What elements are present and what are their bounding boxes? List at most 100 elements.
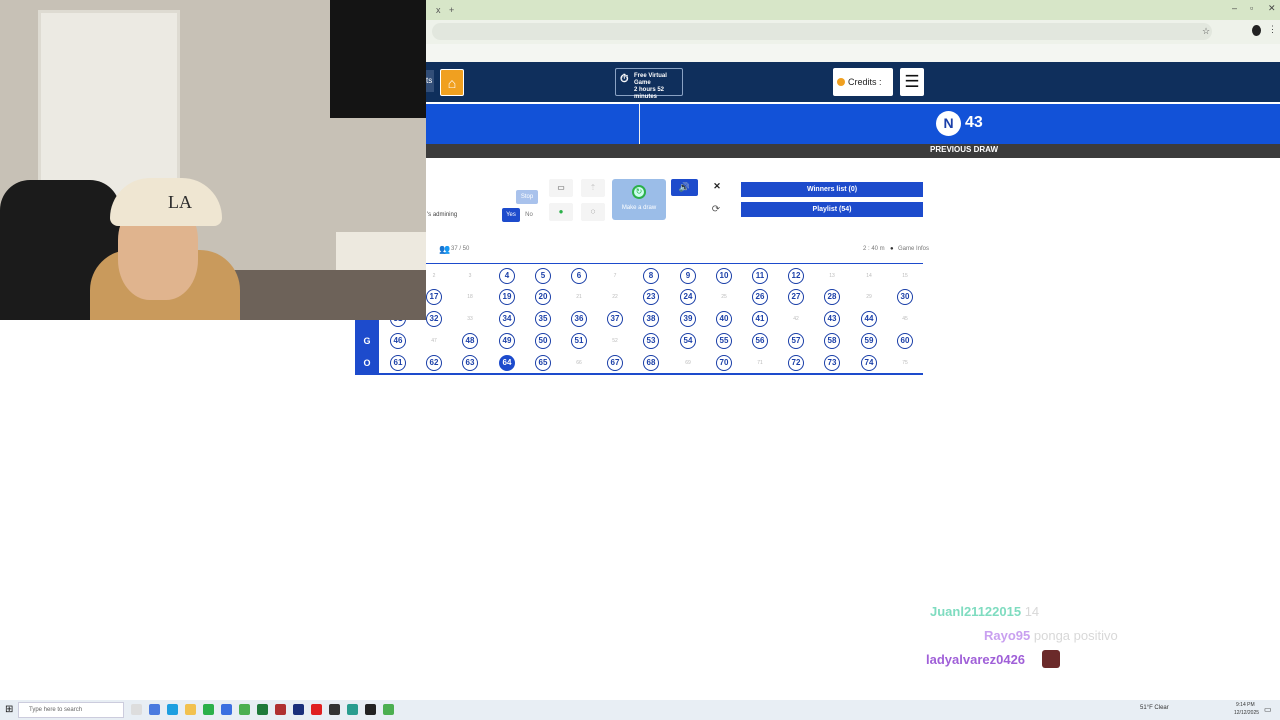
taskbar-search[interactable]: Type here to search: [18, 702, 124, 718]
minimize-button[interactable]: –: [1232, 3, 1237, 13]
stop-button[interactable]: Stop: [516, 190, 538, 204]
youtube-icon[interactable]: [311, 704, 322, 715]
explorer-icon[interactable]: [185, 704, 196, 715]
board-number: 6: [571, 268, 587, 284]
app-icon[interactable]: [329, 704, 340, 715]
app-icon[interactable]: [149, 704, 160, 715]
app-icon[interactable]: [347, 704, 358, 715]
board-number: 65: [535, 355, 551, 371]
board-number: 66: [576, 360, 582, 366]
board-number: 41: [752, 311, 768, 327]
draw-number: 43: [965, 114, 983, 131]
edge-icon[interactable]: [167, 704, 178, 715]
screen-icon[interactable]: ▭: [549, 179, 573, 197]
tab-close-button[interactable]: x: [436, 5, 441, 15]
board-number: 30: [897, 289, 913, 305]
board-number: 18: [467, 294, 473, 300]
clock-date[interactable]: 12/12/2025: [1234, 710, 1259, 716]
maximize-button[interactable]: ▫: [1250, 3, 1253, 13]
board-number: 44: [861, 311, 877, 327]
profile-avatar[interactable]: [1252, 25, 1261, 36]
bookmark-star-icon[interactable]: ☆: [1202, 26, 1210, 37]
task-view-icon[interactable]: [131, 704, 142, 715]
board-number: 28: [824, 289, 840, 305]
admin-label: 's admining: [427, 212, 458, 218]
board-number: 23: [643, 289, 659, 305]
chat-message-2: Rayo95 ponga positivo: [984, 628, 1118, 643]
clock-time[interactable]: 9:14 PM: [1236, 702, 1255, 708]
windows-start-icon[interactable]: ⊞: [5, 704, 13, 715]
board-number: 45: [902, 316, 908, 322]
weather-text[interactable]: 51°F Clear: [1140, 705, 1169, 711]
refresh-icon[interactable]: ⟳: [707, 204, 725, 220]
playlist-button[interactable]: Playlist (54): [741, 202, 923, 217]
make-draw-label: Make a draw: [621, 205, 657, 211]
notification-icon[interactable]: ▭: [1264, 705, 1272, 714]
make-draw-button[interactable]: ↻ Make a draw: [612, 179, 666, 220]
info-icon[interactable]: ●: [890, 246, 894, 252]
board-number: 46: [390, 333, 406, 349]
credits-display[interactable]: Credits : 12: [833, 68, 893, 115]
header-nav-edge[interactable]: ts: [426, 70, 434, 92]
new-tab-button[interactable]: +: [449, 5, 454, 15]
app-header: ts ⌂ ⏱ Free Virtual Game 2 hours 52 minu…: [426, 62, 1280, 115]
board-number: 25: [721, 294, 727, 300]
winners-list-button[interactable]: Winners list (0): [741, 182, 923, 197]
address-bar[interactable]: [432, 23, 1212, 40]
board-number: 42: [793, 316, 799, 322]
chrome-icon[interactable]: [383, 704, 394, 715]
browser-menu-icon[interactable]: ⋮: [1268, 24, 1277, 35]
yes-toggle[interactable]: Yes: [502, 208, 520, 222]
board-number: 51: [571, 333, 587, 349]
board-number: 71: [757, 360, 763, 366]
board-number: 49: [499, 333, 515, 349]
board-number: 47: [431, 338, 437, 344]
board-number: 62: [426, 355, 442, 371]
mute-close-button[interactable]: ✕: [709, 181, 725, 195]
board-number: 73: [824, 355, 840, 371]
board-number: 17: [426, 289, 442, 305]
game-info-link[interactable]: Game Infos: [898, 246, 929, 252]
app-icon[interactable]: [293, 704, 304, 715]
chat-user: Juanl21122015: [930, 604, 1022, 619]
whatsapp-icon[interactable]: [203, 704, 214, 715]
coin-icon: [837, 78, 845, 86]
board-number: 36: [571, 311, 587, 327]
board-number: 7: [613, 273, 617, 279]
board-number: 14: [866, 273, 872, 279]
app-icon[interactable]: [275, 704, 286, 715]
board-number: 9: [680, 268, 696, 284]
board-number: 53: [643, 333, 659, 349]
board-number: 5: [535, 268, 551, 284]
board-number: 74: [861, 355, 877, 371]
speaker-icon[interactable]: 🔊: [671, 179, 698, 196]
board-number: 12: [788, 268, 804, 284]
draw-letter-ball: N: [936, 111, 961, 136]
hamburger-menu-icon[interactable]: ☰: [900, 68, 924, 96]
no-toggle[interactable]: No: [521, 208, 537, 222]
lock-icon[interactable]: ●: [549, 203, 573, 221]
close-window-button[interactable]: ✕: [1268, 3, 1276, 14]
excel-icon[interactable]: [257, 704, 268, 715]
board-number: 43: [824, 311, 840, 327]
chat-icon[interactable]: ◌: [581, 203, 605, 221]
game-timer: 2 : 40 m: [863, 246, 885, 252]
board-number: 15: [902, 273, 908, 279]
board-number: 21: [576, 294, 582, 300]
upload-icon[interactable]: ⇡: [581, 179, 605, 197]
players-icon: 👥: [439, 244, 451, 254]
board-number: 75: [902, 360, 908, 366]
windows-taskbar: ⊞ Type here to search 51°F Clear 9:14 PM…: [0, 700, 1280, 720]
previous-draw-label: PREVIOUS DRAW: [930, 145, 999, 154]
board-number: 54: [680, 333, 696, 349]
board-number: 38: [643, 311, 659, 327]
board-number: 63: [462, 355, 478, 371]
chrome-icon[interactable]: [239, 704, 250, 715]
board-number: 59: [861, 333, 877, 349]
obs-icon[interactable]: [365, 704, 376, 715]
board-number: 19: [499, 289, 515, 305]
board-number: 50: [535, 333, 551, 349]
free-virtual-game-button[interactable]: ⏱ Free Virtual Game 2 hours 52 minutes: [615, 68, 683, 100]
house-icon-button[interactable]: ⌂: [440, 69, 464, 96]
app-icon[interactable]: [221, 704, 232, 715]
